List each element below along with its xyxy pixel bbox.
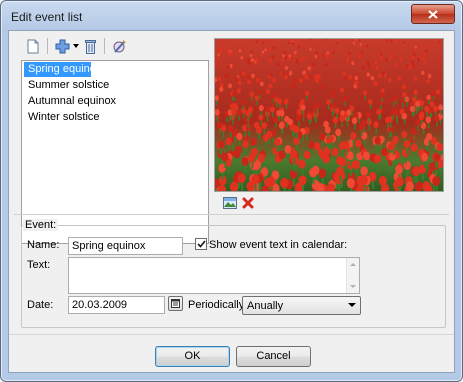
close-button[interactable]	[411, 4, 455, 24]
list-item[interactable]: Spring equinox	[24, 62, 101, 77]
delete-button[interactable]	[80, 36, 100, 56]
scroll-down-icon	[350, 285, 356, 288]
checkmark-icon	[196, 240, 206, 248]
choose-picture-button[interactable]	[222, 195, 238, 211]
new-document-icon	[27, 39, 39, 53]
name-label: Name:	[27, 239, 60, 251]
edit-button[interactable]	[109, 36, 129, 56]
show-in-calendar-checkbox[interactable]	[195, 238, 207, 250]
show-in-calendar-label[interactable]: Show event text in calendar:	[209, 239, 347, 251]
divider	[14, 214, 449, 215]
add-icon	[55, 39, 69, 53]
name-field[interactable]: Spring equinox	[68, 237, 183, 255]
list-item[interactable]: Autumnal equinox	[24, 94, 206, 109]
divider	[9, 334, 454, 335]
date-field[interactable]: 20.03.2009	[68, 296, 165, 314]
chevron-down-icon	[348, 303, 356, 307]
cancel-button[interactable]: Cancel	[236, 346, 311, 367]
calendar-icon	[171, 299, 180, 308]
title-bar[interactable]: Edit event list	[1, 1, 462, 31]
dialog-client-area: Spring equinox Summer solstice Autumnal …	[8, 30, 455, 373]
add-button[interactable]	[52, 36, 72, 56]
scroll-up-icon	[350, 263, 356, 266]
ok-button[interactable]: OK	[155, 346, 230, 367]
remove-picture-button[interactable]	[240, 195, 256, 211]
image-toolbar	[222, 195, 256, 211]
dropdown-arrow-icon	[73, 44, 79, 48]
dialog-window: Edit event list Spring equinox Summer so…	[0, 0, 463, 382]
periodically-value: Anually	[247, 300, 284, 312]
calendar-button[interactable]	[168, 296, 183, 311]
toolbar-separator	[104, 38, 105, 54]
text-label: Text:	[27, 259, 51, 271]
toolbar-separator	[47, 38, 48, 54]
remove-icon	[242, 197, 254, 209]
event-image	[214, 38, 444, 192]
periodically-label: Periodically:	[188, 299, 248, 311]
close-icon	[428, 9, 438, 19]
edit-icon	[113, 39, 126, 53]
text-scrollbar[interactable]	[346, 258, 359, 293]
event-text-field[interactable]	[68, 257, 360, 294]
picture-icon	[223, 197, 237, 209]
event-toolbar	[23, 35, 129, 57]
add-dropdown-button[interactable]	[72, 36, 80, 56]
list-item[interactable]: Winter solstice	[24, 110, 206, 125]
event-list[interactable]: Spring equinox Summer solstice Autumnal …	[21, 60, 209, 244]
tulip-field-image	[215, 39, 443, 191]
date-label: Date:	[27, 299, 54, 311]
new-event-button[interactable]	[23, 36, 43, 56]
periodically-select[interactable]: Anually	[242, 296, 361, 315]
delete-icon	[84, 39, 96, 54]
list-item[interactable]: Summer solstice	[24, 78, 206, 93]
window-title: Edit event list	[11, 10, 83, 24]
group-legend: Event:	[23, 219, 59, 231]
